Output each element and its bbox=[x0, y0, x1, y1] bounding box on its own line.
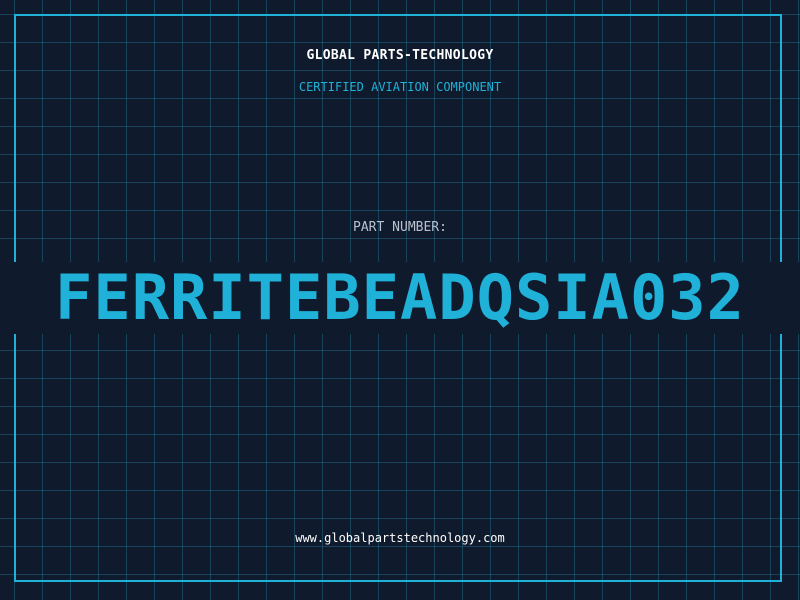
website-url: www.globalpartstechnology.com bbox=[295, 531, 505, 545]
part-number-value: FERRITEBEADQSIA032 bbox=[55, 261, 745, 334]
part-number-label: PART NUMBER: bbox=[353, 220, 447, 235]
certification-subtitle: CERTIFIED AVIATION COMPONENT bbox=[298, 80, 502, 94]
company-name: GLOBAL PARTS-TECHNOLOGY bbox=[306, 48, 494, 63]
certificate-page: GLOBAL PARTS-TECHNOLOGY CERTIFIED AVIATI… bbox=[0, 0, 800, 600]
